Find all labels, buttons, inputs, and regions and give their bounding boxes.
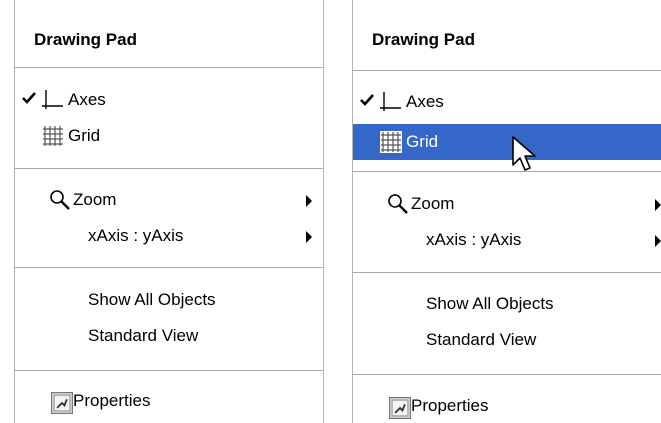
checkmark-icon (360, 94, 374, 106)
separator (353, 70, 661, 71)
grid-icon (380, 131, 402, 153)
axes-icon (42, 90, 63, 109)
submenu-arrow-icon (306, 231, 312, 243)
menu-item-label: Axes (406, 92, 444, 111)
menu-item-label: Zoom (411, 194, 455, 213)
menu-item-axis-ratio[interactable]: xAxis : yAxis (15, 220, 323, 252)
separator (15, 168, 323, 169)
menu-item-label: xAxis : yAxis (88, 226, 184, 245)
menu-item-label: Grid (68, 126, 101, 145)
grid-icon (43, 126, 63, 146)
menu-item-properties[interactable]: Properties (353, 390, 661, 422)
context-menu-left: Drawing Pad Axes Grid Zoom xAxis: yAxis… (14, 0, 324, 423)
menu-item-label: Standard View (426, 330, 537, 349)
menu-item-standard-view[interactable]: Standard View (15, 320, 323, 352)
submenu-arrow-icon (306, 195, 312, 207)
menu-item-zoom[interactable]: Zoom (15, 184, 323, 216)
separator (353, 374, 661, 375)
properties-icon (389, 397, 411, 419)
menu-item-zoom[interactable]: Zoom (353, 188, 661, 220)
menu-item-grid[interactable]: Grid (15, 120, 323, 152)
menu-item-label: Standard View (88, 326, 199, 345)
submenu-arrow-icon (655, 199, 661, 211)
menu-item-label: Axes (68, 90, 106, 109)
menu-item-label: Grid (406, 132, 439, 151)
properties-icon (51, 392, 73, 414)
menu-title: Drawing Pad (34, 30, 137, 49)
menu-item-label: Properties (73, 391, 151, 410)
menu-item-standard-view[interactable]: Standard View (353, 324, 661, 356)
menu-title: Drawing Pad (372, 30, 475, 49)
menu-item-axis-ratio[interactable]: xAxis : yAxis (353, 224, 661, 256)
magnifier-icon (388, 194, 408, 214)
separator (15, 67, 323, 68)
menu-item-grid-highlighted[interactable]: Grid (353, 124, 661, 160)
separator (353, 272, 661, 273)
menu-item-show-all-objects[interactable]: Show All Objects (353, 288, 661, 320)
magnifier-icon (50, 190, 70, 210)
menu-item-label: Properties (411, 396, 489, 415)
menu-item-axes[interactable]: Axes (15, 84, 323, 116)
menu-item-axes[interactable]: Axes (353, 86, 661, 118)
menu-item-label: xAxis : yAxis (426, 230, 522, 249)
axes-icon (380, 92, 401, 111)
menu-item-show-all-objects[interactable]: Show All Objects (15, 284, 323, 316)
separator (15, 370, 323, 371)
menu-item-label: Show All Objects (426, 294, 554, 313)
separator (353, 171, 661, 172)
checkmark-icon (22, 92, 36, 104)
separator (15, 267, 323, 268)
menu-item-label: Zoom (73, 190, 117, 209)
context-menu-right: Drawing Pad Axes Grid Zoom xAxis: yAxis… (352, 0, 661, 423)
submenu-arrow-icon (655, 235, 661, 247)
mouse-cursor-icon (512, 136, 536, 171)
menu-item-properties[interactable]: Properties (15, 385, 323, 417)
menu-item-label: Show All Objects (88, 290, 216, 309)
